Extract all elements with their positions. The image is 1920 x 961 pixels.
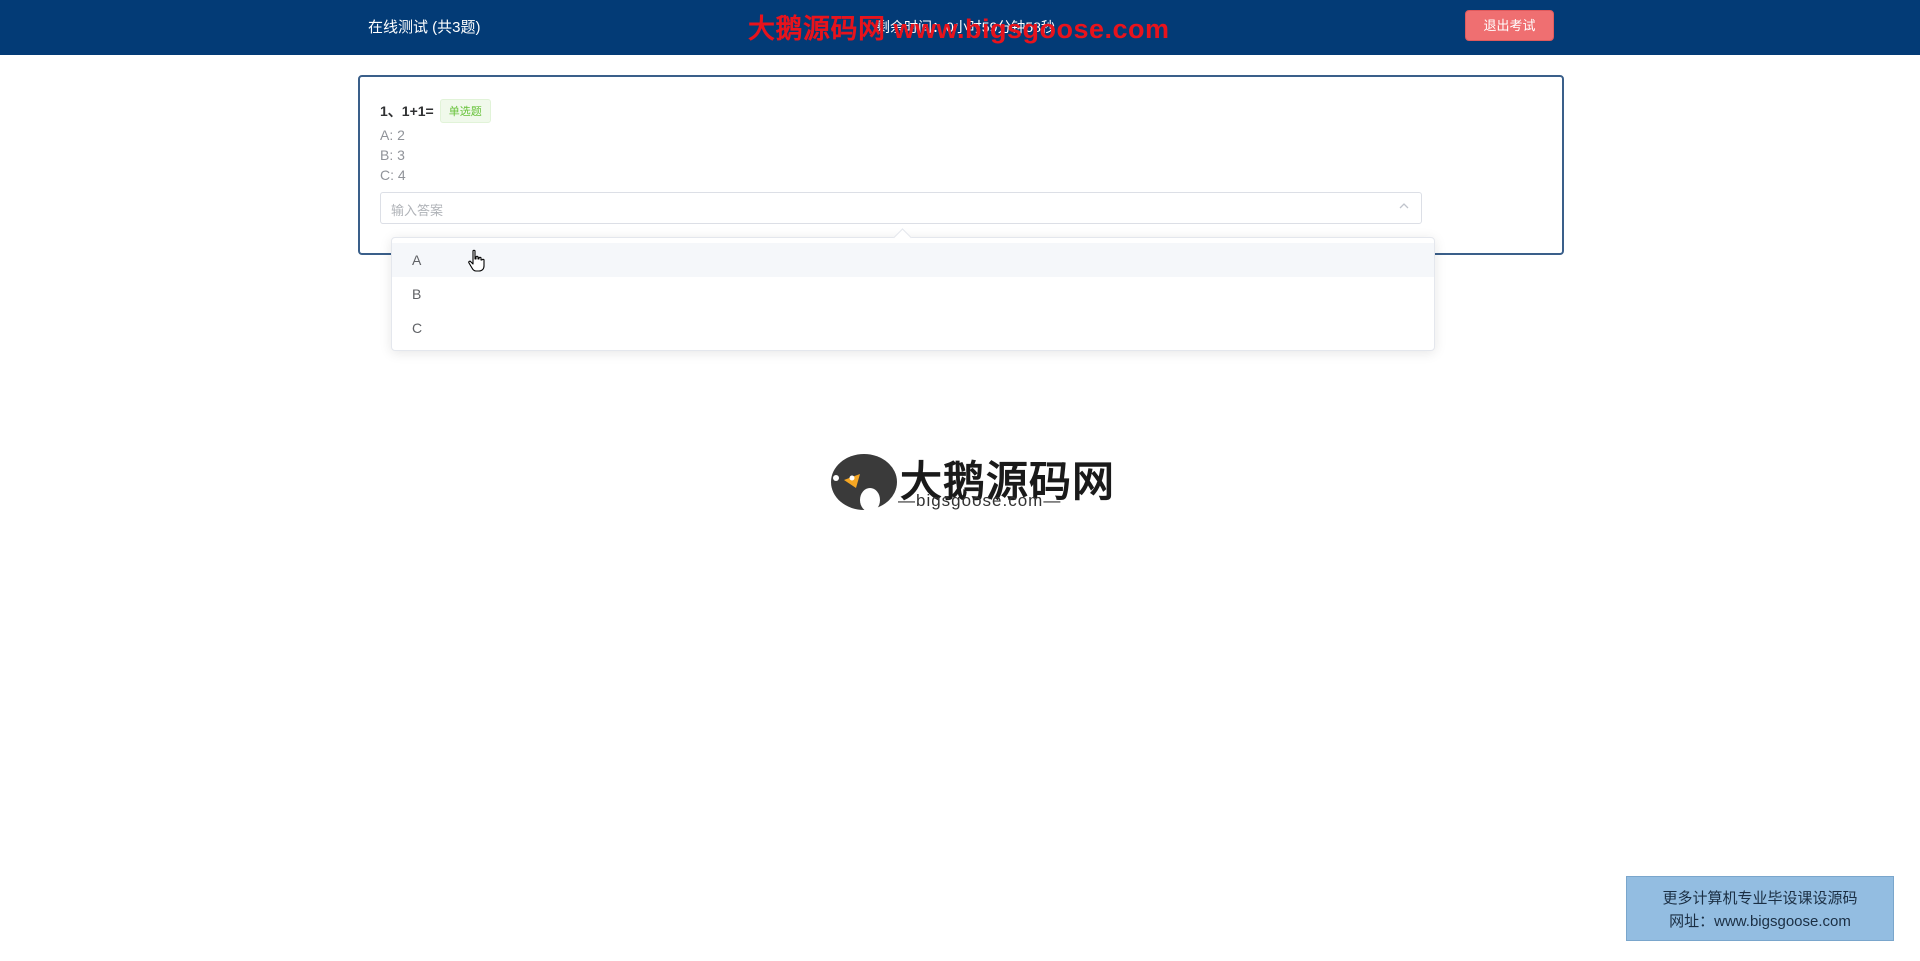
option-a: A: 2 [380, 127, 405, 143]
logo-subtitle: —bigsgoose.com— [898, 491, 1062, 510]
option-b: B: 3 [380, 147, 405, 163]
exit-exam-button[interactable]: 退出考试 [1465, 10, 1554, 41]
answer-dropdown-menu: A B C [391, 228, 1435, 351]
question-header: 1、1+1= 单选题 [380, 99, 491, 123]
hand-pointer-icon [468, 249, 485, 272]
watermark-text: 大鹅源码网 www.bigsgoose.com [748, 14, 1170, 44]
option-c: C: 4 [380, 167, 406, 183]
brand-logo: 大鹅源码网 —bigsgoose.com— [824, 448, 1114, 512]
question-card: 1、1+1= 单选题 A: 2 B: 3 C: 4 输入答案 [358, 75, 1564, 255]
dropdown-option-a[interactable]: A [392, 243, 1434, 277]
promo-banner[interactable]: 更多计算机专业毕设课设源码 网址：www.bigsgoose.com [1626, 876, 1894, 941]
answer-select[interactable]: 输入答案 [380, 192, 1422, 224]
answer-placeholder: 输入答案 [391, 204, 444, 219]
chevron-up-icon [1399, 203, 1409, 209]
dropdown-option-b[interactable]: B [392, 277, 1434, 311]
question-text: 1、1+1= [380, 103, 434, 119]
goose-logo-icon [831, 454, 897, 512]
dropdown-option-c[interactable]: C [392, 311, 1434, 345]
exam-title: 在线测试 (共3题) [368, 19, 481, 36]
question-type-badge: 单选题 [439, 99, 491, 123]
promo-line-2: 网址：www.bigsgoose.com [1669, 913, 1851, 930]
promo-line-1: 更多计算机专业毕设课设源码 [1662, 890, 1858, 907]
